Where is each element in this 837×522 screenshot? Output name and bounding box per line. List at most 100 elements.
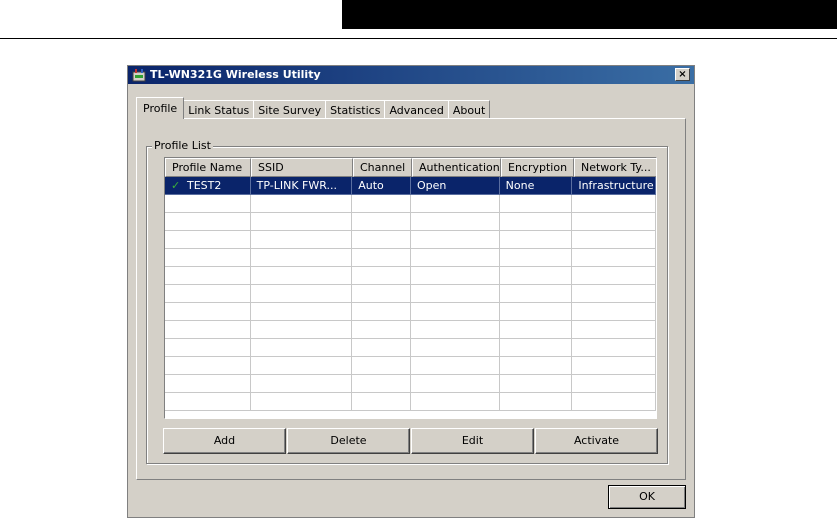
empty-cell — [165, 249, 251, 267]
empty-table-row — [165, 249, 656, 267]
encryption-cell: None — [499, 177, 573, 195]
empty-cell — [352, 357, 411, 375]
empty-cell — [499, 393, 573, 411]
tab-profile[interactable]: Profile — [136, 97, 185, 119]
empty-cell — [250, 339, 353, 357]
empty-cell — [165, 339, 251, 357]
add-button[interactable]: Add — [163, 428, 286, 454]
tab-site-survey[interactable]: Site Survey — [253, 100, 327, 119]
empty-cell — [411, 339, 500, 357]
column-header-channel[interactable]: Channel — [353, 158, 412, 177]
empty-cell — [165, 231, 251, 249]
empty-cell — [250, 231, 353, 249]
list-header: Profile Name SSID Channel Authentication… — [165, 158, 656, 177]
empty-cell — [499, 321, 573, 339]
empty-cell — [352, 303, 411, 321]
delete-button[interactable]: Delete — [287, 428, 410, 454]
empty-cell — [165, 357, 251, 375]
empty-cell — [352, 339, 411, 357]
authentication-cell: Open — [411, 177, 500, 195]
empty-table-row — [165, 321, 656, 339]
empty-cell — [572, 267, 656, 285]
empty-cell — [411, 267, 500, 285]
tab-advanced[interactable]: Advanced — [384, 100, 449, 119]
empty-cell — [165, 393, 251, 411]
close-button[interactable]: × — [675, 68, 690, 81]
empty-cell — [250, 357, 353, 375]
empty-cell — [165, 213, 251, 231]
column-header-authentication[interactable]: Authentication — [412, 158, 501, 177]
app-icon — [132, 69, 146, 82]
empty-cell — [250, 321, 353, 339]
empty-cell — [250, 375, 353, 393]
empty-cell — [250, 213, 353, 231]
empty-cell — [499, 195, 573, 213]
empty-cell — [411, 357, 500, 375]
profile-list-label: Profile List — [152, 139, 213, 152]
empty-cell — [165, 267, 251, 285]
empty-cell — [411, 375, 500, 393]
empty-cell — [165, 321, 251, 339]
empty-cell — [352, 213, 411, 231]
column-header-encryption[interactable]: Encryption — [501, 158, 574, 177]
tab-statistics[interactable]: Statistics — [325, 100, 386, 119]
ok-button[interactable]: OK — [608, 485, 686, 509]
empty-cell — [411, 303, 500, 321]
edit-button[interactable]: Edit — [411, 428, 534, 454]
document-header-rule — [0, 38, 837, 39]
empty-cell — [411, 249, 500, 267]
profile-name-cell: ✓ TEST2 — [165, 177, 251, 195]
empty-cell — [572, 231, 656, 249]
table-row[interactable]: ✓ TEST2 TP-LINK FWR... Auto Open None Inf… — [165, 177, 656, 195]
empty-cell — [572, 195, 656, 213]
tab-link-status[interactable]: Link Status — [183, 100, 255, 119]
profile-list-view[interactable]: Profile Name SSID Channel Authentication… — [164, 157, 657, 419]
empty-cell — [165, 285, 251, 303]
empty-table-row — [165, 285, 656, 303]
empty-cell — [572, 213, 656, 231]
empty-cell — [165, 195, 251, 213]
empty-cell — [165, 303, 251, 321]
empty-cell — [411, 393, 500, 411]
empty-cell — [411, 195, 500, 213]
empty-cell — [572, 321, 656, 339]
empty-cell — [352, 267, 411, 285]
empty-cell — [250, 393, 353, 411]
column-header-ssid[interactable]: SSID — [251, 158, 353, 177]
title-bar[interactable]: TL-WN321G Wireless Utility × — [128, 66, 694, 84]
empty-cell — [352, 375, 411, 393]
empty-cell — [411, 321, 500, 339]
column-header-profile-name[interactable]: Profile Name — [165, 158, 251, 177]
empty-cell — [499, 375, 573, 393]
empty-cell — [499, 231, 573, 249]
tab-about[interactable]: About — [447, 100, 491, 119]
empty-cell — [499, 303, 573, 321]
empty-cell — [572, 393, 656, 411]
empty-table-row — [165, 267, 656, 285]
empty-cell — [411, 285, 500, 303]
empty-table-row — [165, 195, 656, 213]
profile-name-value: TEST2 — [187, 179, 222, 192]
empty-cell — [499, 357, 573, 375]
empty-cell — [250, 249, 353, 267]
empty-cell — [250, 303, 353, 321]
empty-cell — [411, 213, 500, 231]
check-icon: ✓ — [171, 179, 181, 192]
activate-button[interactable]: Activate — [535, 428, 658, 454]
empty-cell — [352, 393, 411, 411]
empty-cell — [499, 339, 573, 357]
empty-cell — [352, 231, 411, 249]
empty-cell — [352, 195, 411, 213]
column-header-network-type[interactable]: Network Ty... — [574, 158, 656, 177]
empty-cell — [572, 303, 656, 321]
empty-cell — [352, 321, 411, 339]
empty-cell — [165, 375, 251, 393]
empty-cell — [352, 285, 411, 303]
empty-table-row — [165, 231, 656, 249]
empty-cell — [352, 249, 411, 267]
window-title: TL-WN321G Wireless Utility — [150, 68, 321, 81]
empty-cell — [411, 231, 500, 249]
empty-cell — [250, 267, 353, 285]
empty-table-row — [165, 375, 656, 393]
empty-cell — [572, 285, 656, 303]
